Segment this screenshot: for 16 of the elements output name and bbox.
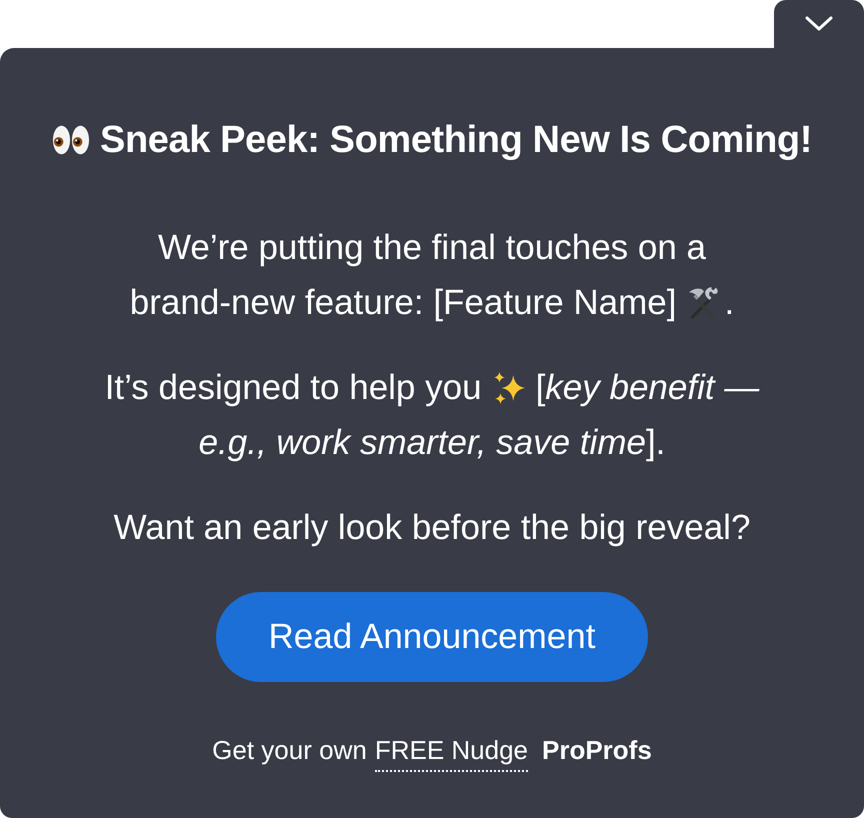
body-text: It’s designed to help you xyxy=(104,367,482,409)
footer-text: Get your own xyxy=(212,734,367,766)
free-nudge-link[interactable]: FREE Nudge xyxy=(374,734,528,772)
chevron-down-icon xyxy=(805,16,833,32)
body-text: . xyxy=(724,282,734,324)
collapse-button[interactable] xyxy=(774,0,864,48)
brand-link[interactable]: ProProfs xyxy=(542,734,652,766)
body-text: [key benefit — xyxy=(536,367,760,409)
body-text: e.g., work smarter, save time]. xyxy=(198,422,666,464)
body-text: We’re putting the final touches on a xyxy=(158,227,706,269)
read-announcement-button[interactable]: Read Announcement xyxy=(216,592,648,682)
body-text: Want an early look before the big reveal? xyxy=(114,507,750,549)
body-text: brand-new feature: [Feature Name] xyxy=(130,282,676,324)
eyes-emoji-icon xyxy=(52,124,90,156)
announcement-title: Sneak Peek: Something New Is Coming! xyxy=(100,118,812,163)
sparkles-emoji-icon xyxy=(492,370,526,404)
